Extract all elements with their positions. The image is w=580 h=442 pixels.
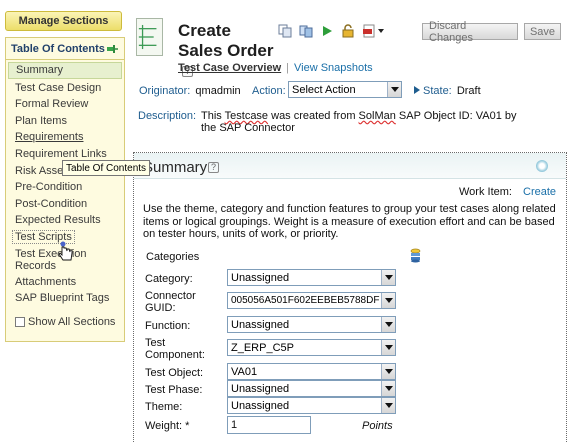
action-select-value: Select Action [292, 83, 356, 96]
toc-item-test-case-design[interactable]: Test Case Design [8, 81, 122, 96]
toc-list: Summary Test Case Design Formal Review P… [6, 60, 124, 306]
description: Description: This Testcase was created f… [138, 110, 538, 134]
originator: Originator: qmadmin [139, 85, 241, 97]
originator-value: qmadmin [195, 85, 241, 97]
state: State: Draft [414, 85, 481, 97]
theme-select[interactable]: Unassigned [227, 397, 396, 414]
database-icon[interactable] [410, 248, 421, 263]
chevron-down-icon[interactable] [381, 398, 395, 413]
show-all-label: Show All Sections [28, 315, 116, 328]
test-case-icon [136, 18, 163, 56]
chevron-down-icon[interactable] [381, 270, 395, 285]
toc-item-pre-condition[interactable]: Pre-Condition [8, 180, 122, 195]
pdf-icon[interactable] [362, 24, 376, 38]
function-label: Function: [145, 320, 191, 332]
pdf-menu-chevron-icon[interactable] [378, 29, 384, 33]
toc-item-requirements[interactable]: Requirements [8, 130, 122, 145]
categories-label: Categories [146, 251, 200, 263]
category-value: Unassigned [231, 271, 290, 284]
table-of-contents-panel: Table Of Contents Summary Test Case Desi… [5, 37, 125, 342]
toc-item-expected-results[interactable]: Expected Results [8, 213, 122, 228]
function-value: Unassigned [231, 318, 290, 331]
test-object-value: VA01 [231, 365, 258, 378]
state-label: State: [423, 85, 452, 97]
test-component-value: Z_ERP_C5P [231, 341, 294, 354]
work-item-label: Work Item: [459, 186, 512, 198]
test-phase-value: Unassigned [231, 382, 290, 395]
pin-icon[interactable] [106, 44, 118, 54]
summary-title: Summary [143, 159, 208, 176]
description-text: This Testcase was created from SolMan SA… [201, 110, 517, 134]
test-object-select[interactable]: VA01 [227, 363, 396, 380]
hand-cursor-icon [58, 241, 73, 261]
originator-label: Originator: [139, 85, 191, 97]
manage-sections-button[interactable]: Manage Sections [5, 11, 122, 31]
show-all-sections[interactable]: Show All Sections [15, 316, 124, 328]
connector-guid-select[interactable]: 005056A501F602EEBEB5788DF [227, 292, 396, 309]
action-select[interactable]: Select Action [288, 81, 402, 98]
toc-item-sap-blueprint-tags[interactable]: SAP Blueprint Tags [8, 291, 122, 306]
chevron-down-icon[interactable] [381, 364, 395, 379]
state-arrow-icon [414, 86, 420, 94]
description-label: Description: [138, 110, 197, 122]
save-button[interactable]: Save [524, 23, 561, 40]
duplicate-icon[interactable] [299, 24, 313, 38]
tab-separator: | [286, 62, 289, 74]
function-select[interactable]: Unassigned [227, 316, 396, 333]
chevron-down-icon[interactable] [387, 82, 401, 97]
collapse-icon[interactable] [536, 160, 548, 172]
run-icon[interactable] [320, 24, 334, 38]
toc-item-post-condition[interactable]: Post-Condition [8, 197, 122, 212]
copy-icon[interactable] [278, 24, 292, 38]
view-tabs: Test Case Overview | View Snapshots [178, 62, 373, 74]
theme-value: Unassigned [231, 399, 290, 412]
theme-label: Theme: [145, 401, 183, 413]
state-value: Draft [456, 85, 481, 97]
weight-unit: Points [362, 420, 393, 432]
test-phase-select[interactable]: Unassigned [227, 380, 396, 397]
chevron-down-icon[interactable] [381, 381, 395, 396]
summary-help-icon[interactable]: ? [208, 162, 219, 173]
category-label: Category: [145, 273, 193, 285]
tab-test-case-overview[interactable]: Test Case Overview [178, 62, 281, 74]
summary-description: Use the theme, category and function fea… [143, 203, 556, 240]
toc-item-summary[interactable]: Summary [8, 62, 122, 79]
tab-view-snapshots[interactable]: View Snapshots [294, 62, 373, 74]
tooltip: Table Of Contents [62, 160, 151, 176]
action-label: Action: [252, 85, 286, 97]
test-phase-label: Test Phase: [145, 384, 203, 396]
test-object-label: Test Object: [145, 367, 204, 379]
toc-header: Table Of Contents [6, 38, 124, 60]
toc-title: Table Of Contents [11, 42, 105, 55]
chevron-down-icon[interactable] [381, 340, 395, 355]
toolbar [278, 24, 384, 38]
category-select[interactable]: Unassigned [227, 269, 396, 286]
toc-item-attachments[interactable]: Attachments [8, 275, 122, 290]
toc-item-plan-items[interactable]: Plan Items [8, 114, 122, 129]
weight-input[interactable]: 1 [227, 416, 311, 434]
weight-label: Weight: * [145, 420, 190, 432]
connector-guid-value: 005056A501F602EEBEB5788DF [231, 295, 380, 306]
summary-header: Summary ? [134, 153, 566, 179]
show-all-checkbox[interactable] [15, 316, 25, 327]
create-work-item-link[interactable]: Create [523, 186, 556, 198]
chevron-down-icon[interactable] [381, 317, 395, 332]
discard-changes-button[interactable]: Discard Changes [422, 20, 518, 44]
summary-panel: Summary ? Work Item: Create Use the them… [133, 152, 567, 442]
lock-icon[interactable] [341, 24, 355, 38]
test-component-label: Test Component: [145, 337, 205, 361]
chevron-down-icon[interactable] [381, 293, 395, 308]
connector-guid-label: Connector GUID: [145, 290, 196, 314]
test-component-select[interactable]: Z_ERP_C5P [227, 339, 396, 356]
toc-item-formal-review[interactable]: Formal Review [8, 97, 122, 112]
